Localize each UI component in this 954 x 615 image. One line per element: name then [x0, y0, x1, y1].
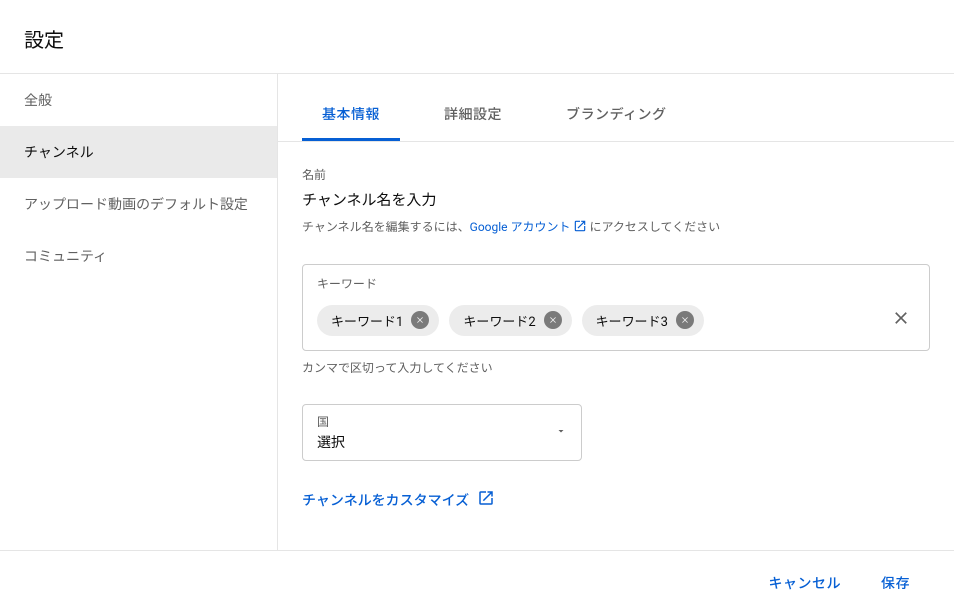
google-account-link[interactable]: Google アカウント [470, 220, 587, 234]
tab-basic-info[interactable]: 基本情報 [302, 90, 400, 141]
name-field-label: 名前 [302, 166, 930, 183]
button-label: 保存 [881, 576, 910, 592]
sidebar-item-label: 全般 [24, 93, 52, 109]
sidebar-item-label: コミュニティ [24, 249, 107, 265]
sidebar-item-label: アップロード動画のデフォルト設定 [24, 197, 248, 213]
chip-remove-icon[interactable] [411, 311, 429, 329]
sidebar-item-channel[interactable]: チャンネル [0, 126, 277, 178]
tab-bar: 基本情報 詳細設定 ブランディング [278, 90, 954, 142]
country-select-value: 選択 [317, 432, 567, 452]
sidebar-item-general[interactable]: 全般 [0, 74, 277, 126]
keyword-input-box[interactable]: キーワード キーワード1 キーワード2 [302, 264, 930, 351]
open-in-new-icon [573, 219, 587, 236]
sidebar-item-community[interactable]: コミュニティ [0, 230, 277, 282]
tab-label: ブランディング [566, 107, 667, 123]
sidebar-item-upload-defaults[interactable]: アップロード動画のデフォルト設定 [0, 178, 277, 230]
help-suffix: にアクセスしてください [587, 220, 721, 234]
cancel-button[interactable]: キャンセル [757, 565, 854, 601]
keyword-field-label: キーワード [317, 275, 915, 292]
help-prefix: チャンネル名を編集するには、 [302, 220, 470, 234]
customize-section: チャンネルをカスタマイズ [302, 489, 930, 511]
name-section: 名前 チャンネル名を入力 チャンネル名を編集するには、Google アカウント … [302, 166, 930, 236]
tab-advanced[interactable]: 詳細設定 [424, 90, 522, 141]
keyword-chip[interactable]: キーワード3 [582, 305, 704, 336]
chip-remove-icon[interactable] [676, 311, 694, 329]
keyword-helper-text: カンマで区切って入力してください [302, 359, 930, 376]
country-select-label: 国 [317, 413, 567, 430]
link-text: Google アカウント [470, 220, 571, 234]
link-text: チャンネルをカスタマイズ [302, 490, 469, 510]
chip-label: キーワード2 [463, 311, 535, 330]
chip-label: キーワード1 [331, 311, 403, 330]
tab-label: 基本情報 [322, 107, 380, 123]
tab-branding[interactable]: ブランディング [546, 90, 687, 141]
dialog-title: 設定 [24, 24, 930, 53]
button-label: キャンセル [769, 576, 842, 592]
dialog-header: 設定 [0, 0, 954, 74]
chip-label: キーワード3 [596, 311, 668, 330]
country-section: 国 選択 [302, 404, 930, 461]
tab-label: 詳細設定 [444, 107, 502, 123]
customize-channel-link[interactable]: チャンネルをカスタマイズ [302, 489, 495, 511]
sidebar-item-label: チャンネル [24, 145, 94, 161]
dialog-footer: キャンセル 保存 [0, 550, 954, 615]
channel-name-value: チャンネル名を入力 [302, 189, 930, 210]
main-content: 基本情報 詳細設定 ブランディング 名前 チャンネル名を入力 チャンネル名を編集… [278, 74, 954, 550]
chip-remove-icon[interactable] [544, 311, 562, 329]
settings-sidebar: 全般 チャンネル アップロード動画のデフォルト設定 コミュニティ [0, 74, 278, 550]
name-help-text: チャンネル名を編集するには、Google アカウント にアクセスしてください [302, 218, 930, 236]
open-in-new-icon [477, 489, 495, 511]
keyword-chip[interactable]: キーワード2 [449, 305, 571, 336]
chevron-down-icon [555, 425, 567, 441]
keyword-section: キーワード キーワード1 キーワード2 [302, 264, 930, 376]
save-button[interactable]: 保存 [869, 565, 922, 601]
keyword-chip[interactable]: キーワード1 [317, 305, 439, 336]
clear-keywords-icon[interactable] [887, 304, 915, 336]
country-select[interactable]: 国 選択 [302, 404, 582, 461]
